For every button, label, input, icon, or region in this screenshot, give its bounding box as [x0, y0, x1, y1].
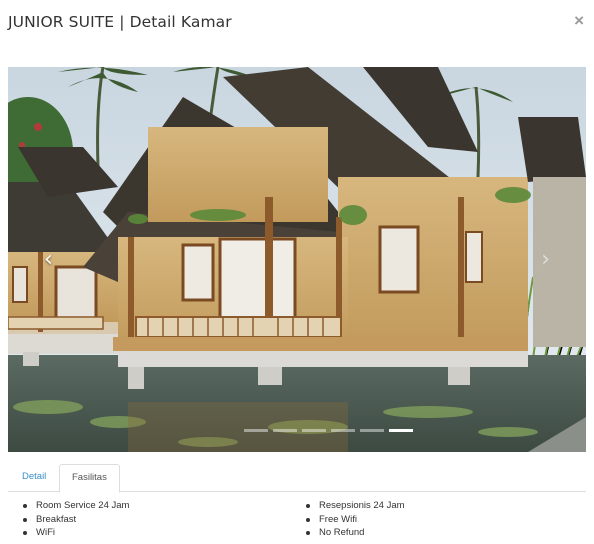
carousel-next-icon[interactable]: ›	[541, 247, 550, 273]
close-icon[interactable]: ×	[574, 10, 584, 32]
photo-carousel[interactable]: ‹ ›	[8, 67, 586, 452]
carousel-indicator[interactable]	[331, 429, 355, 432]
list-item: Resepsionis 24 Jam	[305, 499, 405, 513]
carousel-indicator[interactable]	[273, 429, 297, 432]
carousel-prev-icon[interactable]: ‹	[44, 247, 53, 273]
list-item: Free Wifi	[305, 513, 405, 527]
carousel-indicator-active[interactable]	[389, 429, 413, 432]
list-item: Room Service 24 Jam	[22, 499, 129, 513]
carousel-indicator[interactable]	[244, 429, 268, 432]
room-photo	[8, 67, 586, 452]
carousel-indicators	[244, 429, 413, 432]
room-detail-modal: JUNIOR SUITE | Detail Kamar × ‹ › Detail…	[0, 0, 594, 544]
tab-fasilitas[interactable]: Fasilitas	[59, 464, 120, 493]
modal-title: JUNIOR SUITE | Detail Kamar	[8, 13, 232, 31]
list-item: Breakfast	[22, 513, 129, 527]
tab-detail[interactable]: Detail	[10, 464, 58, 492]
list-item: No Refund	[305, 526, 405, 540]
modal-header: JUNIOR SUITE | Detail Kamar ×	[8, 10, 586, 36]
list-item: WiFi	[22, 526, 129, 540]
facility-list-right: Resepsionis 24 Jam Free Wifi No Refund	[305, 499, 405, 540]
carousel-indicator[interactable]	[302, 429, 326, 432]
carousel-indicator[interactable]	[360, 429, 384, 432]
facility-list-left: Room Service 24 Jam Breakfast WiFi	[22, 499, 129, 540]
detail-tabs: Detail Fasilitas	[8, 464, 586, 493]
